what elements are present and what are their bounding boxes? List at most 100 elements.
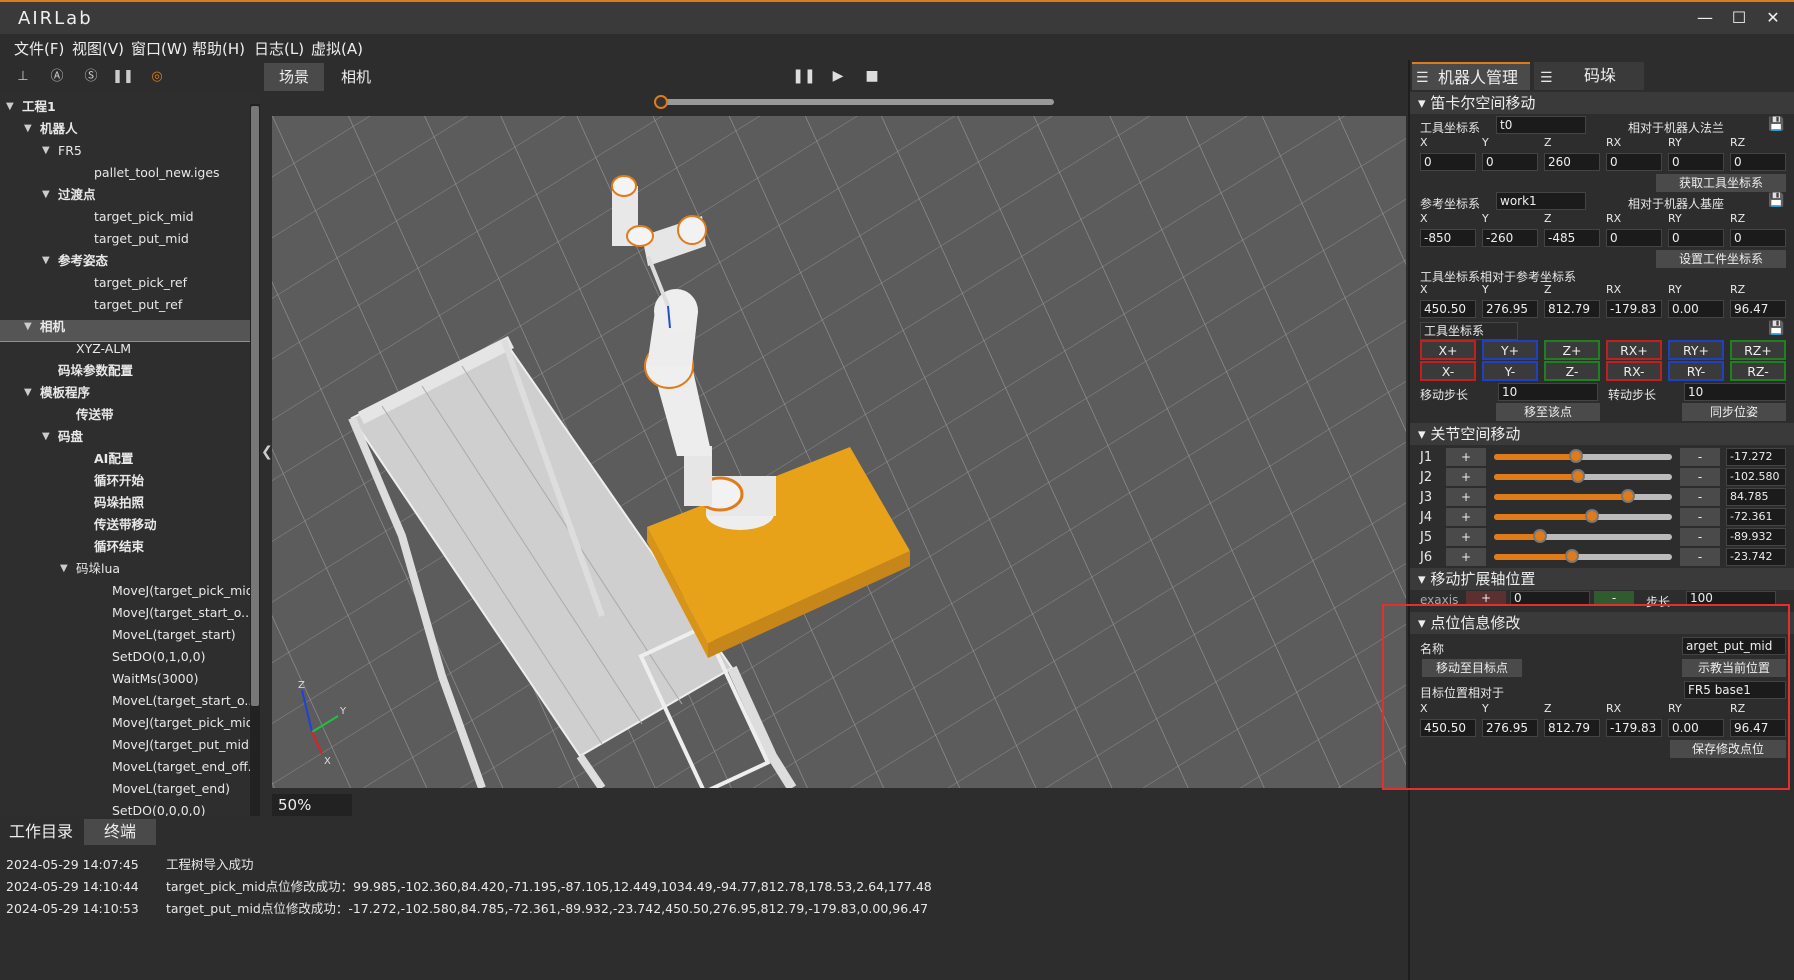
joint-minus-button[interactable]: -: [1680, 488, 1720, 506]
jog-plus-button[interactable]: RY+: [1668, 340, 1724, 360]
tree-expand-arrow-icon[interactable]: ▼: [60, 563, 68, 574]
section-joint[interactable]: ▾ 关节空间移动: [1410, 423, 1794, 445]
tree-node[interactable]: AI配置: [94, 448, 133, 470]
save-icon[interactable]: 💾: [1768, 117, 1784, 132]
tree-node[interactable]: WaitMs(3000): [112, 668, 198, 690]
joint-slider[interactable]: [1494, 469, 1672, 483]
menu-view[interactable]: 视图(V): [72, 38, 124, 59]
tool-value-field[interactable]: 0: [1420, 153, 1476, 171]
tree-expand-arrow-icon[interactable]: ▼: [6, 101, 14, 112]
tree-node[interactable]: target_put_mid: [94, 228, 189, 250]
tree-expand-arrow-icon[interactable]: ▼: [42, 189, 50, 200]
ref-value-field[interactable]: -850: [1420, 229, 1476, 247]
jog-minus-button[interactable]: Z-: [1544, 361, 1600, 381]
jog-plus-button[interactable]: X+: [1420, 340, 1476, 360]
joint-plus-button[interactable]: +: [1446, 468, 1486, 486]
save-icon[interactable]: 💾: [1768, 321, 1784, 336]
tree-node[interactable]: MoveJ(target_put_mid): [112, 734, 254, 756]
tree-node[interactable]: 相机: [40, 316, 65, 338]
tab-camera[interactable]: 相机: [330, 63, 382, 91]
tree-node[interactable]: 传送带: [76, 404, 114, 426]
get-tool-frame-button[interactable]: 获取工具坐标系: [1656, 174, 1786, 192]
tool-value-field[interactable]: 0: [1668, 153, 1724, 171]
tool-value-field[interactable]: 0: [1606, 153, 1662, 171]
ref-value-field[interactable]: 0: [1606, 229, 1662, 247]
joint-slider-knob[interactable]: [1570, 469, 1585, 483]
joint-minus-button[interactable]: -: [1680, 528, 1720, 546]
joint-minus-button[interactable]: -: [1680, 448, 1720, 466]
tree-node[interactable]: FR5: [58, 140, 82, 162]
tab-scene[interactable]: 场景: [264, 63, 324, 91]
joint-slider-knob[interactable]: [1568, 449, 1583, 463]
set-work-frame-button[interactable]: 设置工件坐标系: [1656, 250, 1786, 268]
play-icon[interactable]: ▶: [826, 64, 850, 88]
tree-node[interactable]: SetDO(0,1,0,0): [112, 646, 205, 668]
tool-rel-ref-value-field[interactable]: 0.00: [1668, 300, 1724, 318]
tab-terminal[interactable]: 终端: [84, 819, 156, 845]
joint-plus-button[interactable]: +: [1446, 548, 1486, 566]
tree-node[interactable]: 传送带移动: [94, 514, 157, 536]
joint-minus-button[interactable]: -: [1680, 508, 1720, 526]
menu-virtual[interactable]: 虚拟(A): [311, 38, 363, 59]
collapse-panel-icon[interactable]: ❮: [261, 444, 273, 466]
joint-slider[interactable]: [1494, 549, 1672, 563]
ref-value-field[interactable]: 0: [1668, 229, 1724, 247]
tool-rel-ref-value-field[interactable]: 96.47: [1730, 300, 1786, 318]
jog-minus-button[interactable]: RY-: [1668, 361, 1724, 381]
tool-value-field[interactable]: 0: [1482, 153, 1538, 171]
tree-node[interactable]: SetDO(0,0,0,0): [112, 800, 205, 816]
joint-slider[interactable]: [1494, 489, 1672, 503]
tab-workdir[interactable]: 工作目录: [0, 819, 82, 845]
tree-expand-arrow-icon[interactable]: ▼: [24, 123, 32, 134]
playback-progress-knob[interactable]: [654, 95, 668, 109]
jog-plus-button[interactable]: RZ+: [1730, 340, 1786, 360]
rot-step-input[interactable]: 10: [1684, 383, 1786, 401]
tool-rel-ref-value-field[interactable]: 450.50: [1420, 300, 1476, 318]
joint-slider[interactable]: [1494, 509, 1672, 523]
tree-node[interactable]: 工程1: [22, 96, 56, 118]
joint-minus-button[interactable]: -: [1680, 548, 1720, 566]
tree-expand-arrow-icon[interactable]: ▼: [24, 321, 32, 332]
tree-node[interactable]: MoveJ(target_pick_mid): [112, 580, 259, 602]
joint-slider[interactable]: [1494, 449, 1672, 463]
scene-viewport[interactable]: Z Y X: [272, 116, 1406, 788]
joint-plus-button[interactable]: +: [1446, 508, 1486, 526]
stop-icon[interactable]: ■: [860, 64, 884, 88]
menu-window[interactable]: 窗口(W): [131, 38, 188, 59]
tool-value-field[interactable]: 0: [1730, 153, 1786, 171]
menu-file[interactable]: 文件(F): [14, 38, 64, 59]
tree-node[interactable]: 码垛拍照: [94, 492, 144, 514]
tree-expand-arrow-icon[interactable]: ▼: [42, 145, 50, 156]
s-circle-icon[interactable]: Ⓢ: [80, 66, 102, 88]
tree-node[interactable]: MoveL(target_end): [112, 778, 230, 800]
tree-node[interactable]: 机器人: [40, 118, 78, 140]
jog-plus-button[interactable]: RX+: [1606, 340, 1662, 360]
tool-rel-ref-value-field[interactable]: 812.79: [1544, 300, 1600, 318]
joint-slider[interactable]: [1494, 529, 1672, 543]
tree-node[interactable]: 循环开始: [94, 470, 144, 492]
jog-minus-button[interactable]: X-: [1420, 361, 1476, 381]
joint-plus-button[interactable]: +: [1446, 448, 1486, 466]
jog-plus-button[interactable]: Y+: [1482, 340, 1538, 360]
ref-value-field[interactable]: -485: [1544, 229, 1600, 247]
jog-minus-button[interactable]: RX-: [1606, 361, 1662, 381]
tool-frame-input[interactable]: t0: [1496, 116, 1586, 134]
ext-axis-value[interactable]: 0: [1510, 591, 1590, 605]
jog-minus-button[interactable]: RZ-: [1730, 361, 1786, 381]
tool-rel-ref-value-field[interactable]: -179.83: [1606, 300, 1662, 318]
tree-node[interactable]: pallet_tool_new.iges: [94, 162, 220, 184]
tree-node[interactable]: MoveJ(target_start_o...: [112, 602, 253, 624]
tab-robot-management[interactable]: 机器人管理: [1412, 62, 1530, 90]
tree-scrollbar-thumb[interactable]: [251, 106, 259, 706]
maximize-icon[interactable]: ☐: [1728, 8, 1750, 28]
ref-value-field[interactable]: 0: [1730, 229, 1786, 247]
ext-axis-step-input[interactable]: 100: [1686, 591, 1776, 605]
ext-axis-plus-button[interactable]: +: [1466, 591, 1506, 605]
tree-node[interactable]: target_pick_ref: [94, 272, 187, 294]
tree-expand-arrow-icon[interactable]: ▼: [42, 431, 50, 442]
tree-node[interactable]: 码盘: [58, 426, 83, 448]
joint-slider-knob[interactable]: [1584, 509, 1599, 523]
tool-rel-ref-value-field[interactable]: 276.95: [1482, 300, 1538, 318]
tree-node[interactable]: 参考姿态: [58, 250, 108, 272]
section-cartesian[interactable]: ▾ 笛卡尔空间移动: [1410, 92, 1794, 114]
